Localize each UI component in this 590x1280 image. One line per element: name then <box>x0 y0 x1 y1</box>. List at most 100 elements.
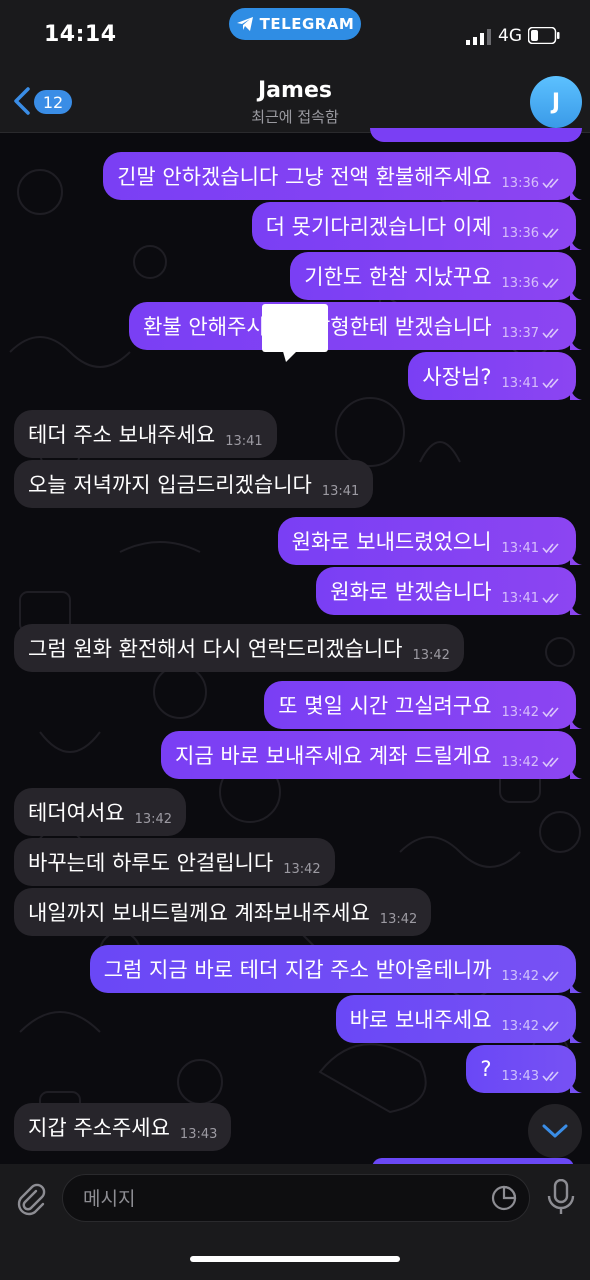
redaction-box <box>262 304 328 352</box>
chevron-down-icon <box>542 1124 568 1138</box>
avatar-letter: J <box>551 89 561 115</box>
incoming-message[interactable]: 그럼 원화 환전해서 다시 연락드리겠습니다 13:42 <box>14 624 464 672</box>
message-field[interactable] <box>62 1174 530 1223</box>
message-time: 13:42 <box>283 861 321 877</box>
sticker-icon[interactable] <box>491 1185 517 1211</box>
chat-title[interactable]: James <box>0 78 590 103</box>
outgoing-message[interactable]: 바로 보내주세요 13:42 <box>335 995 582 1043</box>
incoming-message[interactable]: 테더 주소 보내주세요 13:41 <box>14 410 277 458</box>
network-label: 4G <box>498 26 522 46</box>
incoming-message[interactable]: 내일까지 보내드릴께요 계좌보내주세요 13:42 <box>14 888 432 936</box>
message-text: 바꾸는데 하루도 안걸립니다 <box>28 851 274 875</box>
message-time: 13:37 <box>501 325 539 341</box>
composer-bar <box>0 1164 590 1280</box>
outgoing-message[interactable]: 또 몇일 시간 끄실려구요 13:42 <box>264 681 582 729</box>
double-check-icon <box>542 328 559 339</box>
redaction-tail <box>282 348 300 362</box>
telegram-pill-label: TELEGRAM <box>259 15 355 33</box>
paperclip-icon[interactable] <box>14 1182 48 1216</box>
bubble-tail <box>570 979 582 993</box>
double-check-icon <box>542 971 559 982</box>
bubble-tail <box>570 186 582 200</box>
bubble-tail <box>570 1029 582 1043</box>
outgoing-message[interactable]: 기한도 한참 지났꾸요 13:36 <box>290 252 582 300</box>
message-time: 13:41 <box>501 540 539 556</box>
outgoing-message[interactable]: 그럼 지금 바로 테더 지갑 주소 받아올테니까 13:42 <box>89 945 582 993</box>
double-check-icon <box>542 707 559 718</box>
message-time: 13:36 <box>501 225 539 241</box>
message-time: 13:36 <box>501 275 539 291</box>
double-check-icon <box>542 593 559 604</box>
outgoing-message[interactable]: 더 못기다리겠습니다 이제 13:36 <box>251 202 582 250</box>
outgoing-message[interactable]: 사장님? 13:41 <box>408 352 582 400</box>
scroll-down-button[interactable] <box>528 1104 582 1158</box>
message-text: 또 몇일 시간 끄실려구요 <box>278 694 492 718</box>
message-time: 13:42 <box>501 754 539 770</box>
chat-screen: 14:14 TELEGRAM 4G 12 James 최근에 접속함 J 긴말 … <box>0 0 590 1280</box>
message-text: 긴말 안하겠습니다 그냥 전액 환불해주세요 <box>117 165 492 189</box>
message-text: 내일까지 보내드릴께요 계좌보내주세요 <box>28 901 370 925</box>
bubble-tail <box>570 715 582 729</box>
bubble-tail <box>570 386 582 400</box>
double-check-icon <box>542 1071 559 1082</box>
message-text: 기한도 한참 지났꾸요 <box>304 265 492 289</box>
message-text: 바로 보내주세요 <box>349 1008 492 1032</box>
status-bar: 14:14 TELEGRAM 4G <box>0 0 590 66</box>
message-text: 지갑 주소주세요 <box>28 1116 170 1140</box>
message-time: 13:41 <box>501 375 539 391</box>
double-check-icon <box>542 757 559 768</box>
message-time: 13:42 <box>501 968 539 984</box>
telegram-pill[interactable]: TELEGRAM <box>229 8 361 40</box>
bubble-tail <box>570 765 582 779</box>
message-time: 13:36 <box>501 175 539 191</box>
outgoing-message[interactable]: 환불 안해주시면 경찰형한테 받겠습니다 13:37 <box>129 302 582 350</box>
message-text: 사장님? <box>422 365 492 389</box>
double-check-icon <box>542 228 559 239</box>
chat-header: 12 James 최근에 접속함 J <box>0 66 590 133</box>
home-indicator <box>190 1256 400 1262</box>
avatar[interactable]: J <box>530 76 582 128</box>
bubble-tail <box>570 336 582 350</box>
microphone-icon[interactable] <box>546 1179 576 1215</box>
message-text: 원화로 받겠습니다 <box>330 580 492 604</box>
message-time: 13:42 <box>379 911 418 927</box>
message-time: 13:42 <box>412 647 450 663</box>
message-time: 13:42 <box>501 1018 539 1034</box>
last-seen-status: 최근에 접속함 <box>251 108 339 126</box>
outgoing-message[interactable]: 긴말 안하겠습니다 그냥 전액 환불해주세요 13:36 <box>103 152 582 200</box>
battery-icon <box>528 27 560 44</box>
message-text: 더 못기다리겠습니다 이제 <box>265 215 492 239</box>
outgoing-message[interactable]: 원화로 받겠습니다 13:41 <box>316 567 582 615</box>
incoming-message[interactable]: 바꾸는데 하루도 안걸립니다 13:42 <box>14 838 335 886</box>
message-time: 13:43 <box>501 1068 539 1084</box>
double-check-icon <box>542 378 559 389</box>
incoming-message[interactable]: 테더여서요 13:42 <box>14 788 187 836</box>
message-text: 테더 주소 보내주세요 <box>28 423 216 447</box>
bubble-tail <box>570 1079 582 1093</box>
bubble-tail <box>570 236 582 250</box>
message-text: 오늘 저녁까지 입금드리겠습니다 <box>28 473 312 497</box>
double-check-icon <box>542 278 559 289</box>
message-text: 원화로 보내드렸었으니 <box>291 530 492 554</box>
message-bubble-partial <box>370 128 582 142</box>
message-time: 13:41 <box>321 483 360 499</box>
message-input[interactable] <box>81 1175 485 1223</box>
message-text: 그럼 원화 환전해서 다시 연락드리겠습니다 <box>28 637 403 661</box>
message-text: 테더여서요 <box>28 801 125 825</box>
message-time: 13:42 <box>134 811 173 827</box>
paper-plane-icon <box>236 17 253 31</box>
message-text: ? <box>480 1057 492 1081</box>
double-check-icon <box>542 178 559 189</box>
incoming-message[interactable]: 오늘 저녁까지 입금드리겠습니다 13:41 <box>14 460 374 508</box>
incoming-message[interactable]: 지갑 주소주세요 13:43 <box>14 1103 232 1151</box>
status-time: 14:14 <box>44 22 117 47</box>
message-time: 13:41 <box>501 590 539 606</box>
outgoing-message[interactable]: ? 13:43 <box>466 1045 582 1093</box>
signal-icon <box>466 29 491 45</box>
message-time: 13:43 <box>179 1126 218 1142</box>
message-text: 지금 바로 보내주세요 계좌 드릴게요 <box>175 744 492 768</box>
double-check-icon <box>542 1021 559 1032</box>
message-text: 그럼 지금 바로 테더 지갑 주소 받아올테니까 <box>103 958 492 982</box>
outgoing-message[interactable]: 지금 바로 보내주세요 계좌 드릴게요 13:42 <box>161 731 582 779</box>
outgoing-message[interactable]: 원화로 보내드렸었으니 13:41 <box>277 517 582 565</box>
